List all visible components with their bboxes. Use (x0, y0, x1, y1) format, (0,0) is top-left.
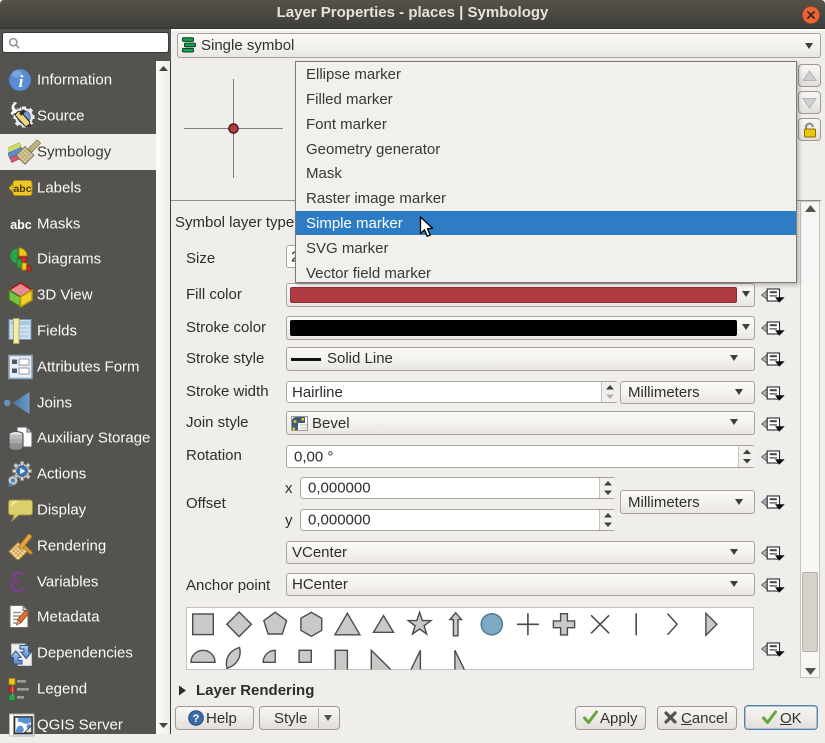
svg-text:abc: abc (10, 218, 32, 232)
svg-text:abc: abc (13, 183, 31, 195)
svg-text:i: i (19, 72, 24, 91)
svg-text:?: ? (193, 713, 200, 725)
